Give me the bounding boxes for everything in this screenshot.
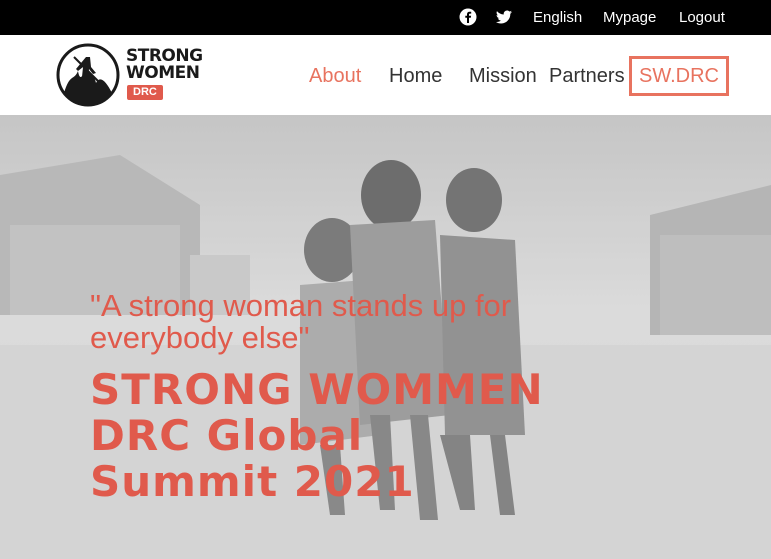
nav-partners[interactable]: Partners — [549, 65, 625, 88]
hero-headline: STRONG WOMMEN DRC Global Summit 2021 — [90, 367, 610, 505]
headline-line-1: STRONG WOMMEN — [90, 365, 544, 414]
nav-mission[interactable]: Mission — [469, 65, 537, 88]
headline-line-2: DRC Global — [90, 411, 364, 460]
mypage-link[interactable]: Mypage — [603, 9, 656, 26]
twitter-icon[interactable] — [495, 8, 513, 26]
top-bar: English Mypage Logout — [0, 0, 771, 35]
logo-badge: DRC — [127, 85, 163, 100]
english-link[interactable]: English — [533, 9, 582, 26]
facebook-icon[interactable] — [459, 8, 477, 26]
strong-women-logo[interactable]: STRONG WOMEN DRC — [56, 43, 206, 107]
site-header: STRONG WOMEN DRC About Home Mission Part… — [0, 35, 771, 115]
logo-line-2: WOMEN — [126, 63, 200, 83]
nav-swdrc-button[interactable]: SW.DRC — [629, 56, 729, 96]
nav-home[interactable]: Home — [389, 65, 442, 88]
logo-emblem-icon — [56, 43, 120, 107]
logout-link[interactable]: Logout — [679, 9, 725, 26]
headline-line-3: Summit 2021 — [90, 457, 415, 506]
hero-quote: "A strong woman stands up for everybody … — [90, 288, 512, 355]
logo-wordmark: STRONG WOMEN — [126, 48, 203, 82]
nav-about[interactable]: About — [309, 65, 361, 88]
hero-banner: "A strong woman stands up for everybody … — [0, 115, 771, 559]
